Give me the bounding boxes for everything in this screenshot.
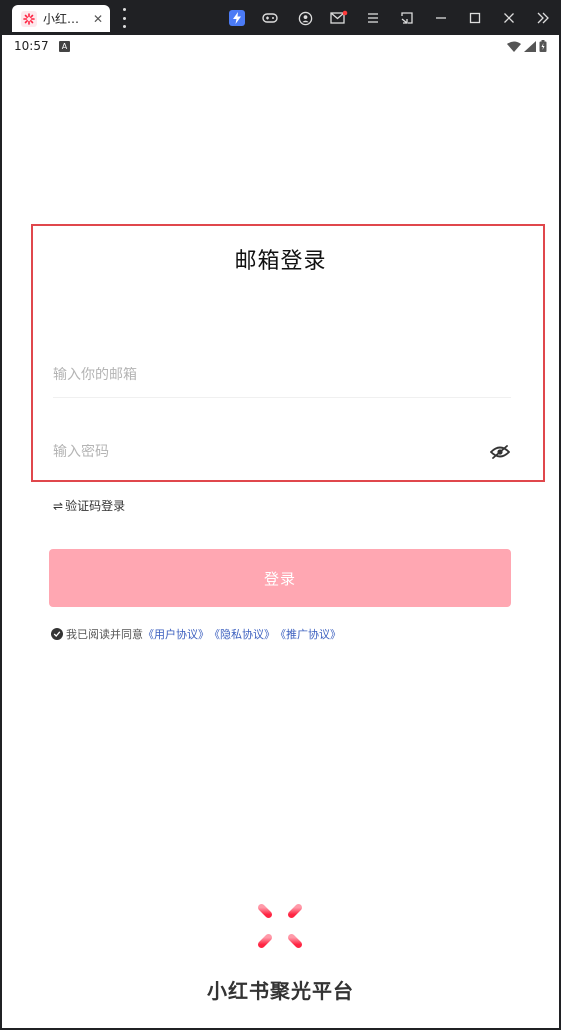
login-button[interactable]: 登录 [49,549,511,607]
tab-close-icon[interactable]: ✕ [93,12,103,26]
agreement-prefix: 我已阅读并同意 [66,628,143,641]
agreement-checkbox[interactable] [51,628,63,640]
bolt-icon[interactable] [226,7,248,29]
more-options-icon[interactable] [118,8,130,28]
signal-icon [524,40,536,52]
password-input[interactable] [53,444,453,460]
switch-login-label: 验证码登录 [65,499,126,513]
account-icon[interactable] [294,7,316,29]
password-field[interactable] [53,430,511,474]
brand-logo-icon [250,896,310,956]
promotion-agreement-link[interactable]: 《推广协议》 [275,626,341,642]
battery-icon [539,40,547,52]
switch-to-code-login[interactable]: ⇌ 验证码登录 [53,497,125,514]
email-input[interactable] [53,367,453,383]
menu-icon[interactable] [362,7,384,29]
expand-icon[interactable] [532,7,554,29]
notification-badge-icon: A [59,41,70,52]
email-field[interactable] [53,353,511,398]
phone-screen: 10:57 A 邮箱登录 ⇌ 验证码登录 登录 我已阅读并同意 《 [2,35,559,1028]
resize-icon[interactable] [396,7,418,29]
status-icons [507,40,547,52]
privacy-agreement-link[interactable]: 《隐私协议》 [209,626,275,642]
page-title: 邮箱登录 [234,249,327,274]
maximize-icon[interactable] [464,7,486,29]
close-icon[interactable] [498,7,520,29]
brand-name: 小红书聚光平台 [207,979,354,1003]
agreement-row: 我已阅读并同意 《用户协议》 《隐私协议》 《推广协议》 [51,626,341,642]
user-agreement-link[interactable]: 《用户协议》 [143,626,209,642]
tab-title: 小红… [43,12,80,26]
minimize-icon[interactable] [430,7,452,29]
status-bar: 10:57 A [2,35,559,59]
app-logo-icon [21,10,37,27]
mail-icon[interactable] [328,7,350,29]
status-time: 10:57 [14,39,49,53]
emulator-title-bar: 小红… ✕ [0,0,561,35]
wifi-icon [507,41,521,52]
app-tab[interactable]: 小红… ✕ [12,5,110,32]
gamepad-icon[interactable] [259,7,281,29]
eye-closed-icon[interactable] [489,442,511,462]
switch-arrows-icon: ⇌ [53,498,64,513]
